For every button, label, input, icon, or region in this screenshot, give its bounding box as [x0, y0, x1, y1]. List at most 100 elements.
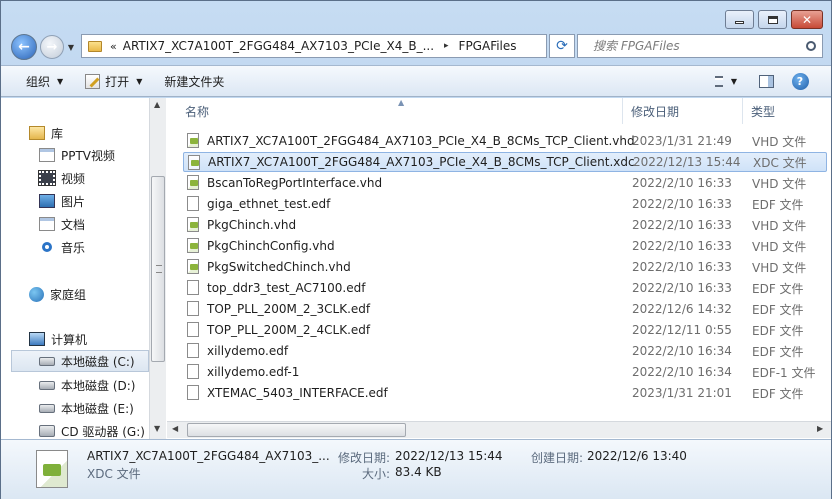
- help-button[interactable]: ?: [789, 70, 811, 92]
- xdc-file-icon: [188, 155, 200, 170]
- file-row[interactable]: PkgChinchConfig.vhd 2022/2/10 16:33 VHD 文件: [183, 236, 827, 256]
- horizontal-scroll-thumb[interactable]: [187, 423, 406, 437]
- file-name: TOP_PLL_200M_2_4CLK.edf: [207, 323, 371, 337]
- file-thumbnail-icon: [36, 450, 68, 488]
- file-type: EDF 文件: [752, 386, 804, 401]
- nav-libraries[interactable]: 库: [29, 122, 63, 144]
- breadcrumb-separator-icon[interactable]: ▸: [444, 41, 449, 51]
- nav-drive-e[interactable]: 本地磁盘 (E:): [39, 397, 134, 419]
- nav-scrollbar[interactable]: ▲ ▼: [149, 98, 166, 439]
- file-row[interactable]: xillydemo.edf 2022/2/10 16:34 EDF 文件: [183, 341, 827, 361]
- recent-pages-button[interactable]: ▼: [65, 41, 77, 53]
- edf-file-icon: [187, 196, 199, 211]
- picture-icon: [39, 194, 55, 208]
- film-icon: [38, 170, 56, 186]
- scroll-right-icon[interactable]: ▶: [817, 424, 823, 433]
- file-type: VHD 文件: [752, 134, 807, 149]
- nav-drive-c[interactable]: 本地磁盘 (C:): [11, 350, 149, 372]
- file-row[interactable]: ARTIX7_XC7A100T_2FGG484_AX7103_PCIe_X4_B…: [183, 131, 827, 151]
- file-date: 2022/2/10 16:33: [632, 281, 732, 295]
- chevron-down-icon: ▼: [730, 76, 737, 86]
- vhd-file-icon: [187, 175, 199, 190]
- nav-documents[interactable]: 文档: [39, 213, 85, 235]
- nav-drive-d[interactable]: 本地磁盘 (D:): [39, 374, 135, 396]
- file-row[interactable]: TOP_PLL_200M_2_3CLK.edf 2022/12/6 14:32 ED…: [183, 299, 827, 319]
- column-header-type[interactable]: 类型: [751, 102, 775, 120]
- new-folder-label: 新建文件夹: [164, 74, 225, 89]
- back-button[interactable]: ←: [11, 34, 37, 60]
- view-options-button[interactable]: ▼: [715, 70, 737, 92]
- search-input[interactable]: [593, 39, 793, 53]
- file-type: EDF 文件: [752, 281, 804, 296]
- view-list-icon: [715, 75, 723, 87]
- nav-label: 文档: [61, 217, 86, 232]
- file-name: giga_ethnet_test.edf: [207, 197, 331, 211]
- column-header-date[interactable]: 修改日期: [631, 102, 679, 120]
- arrow-right-icon: →: [46, 39, 58, 55]
- nav-pictures[interactable]: 图片: [39, 190, 85, 212]
- file-row[interactable]: top_ddr3_test_AC7100.edf 2022/2/10 16:33 E…: [183, 278, 827, 298]
- breadcrumb-overflow[interactable]: «: [110, 40, 117, 53]
- cd-drive-icon: [39, 425, 55, 437]
- refresh-button[interactable]: ⟳: [549, 34, 575, 58]
- nav-pptv[interactable]: PPTV视频: [39, 144, 115, 166]
- search-box[interactable]: [577, 34, 823, 58]
- file-name: ARTIX7_XC7A100T_2FGG484_AX7103_PCIe_X4_B…: [207, 134, 635, 148]
- address-bar[interactable]: « ARTIX7_XC7A100T_2FGG484_AX7103_PCIe_X4…: [81, 34, 621, 58]
- vhd-file-icon: [187, 259, 199, 274]
- breadcrumb-segment-current[interactable]: FPGAFiles: [459, 39, 517, 53]
- scroll-up-icon[interactable]: ▲: [154, 100, 160, 109]
- nav-label: PPTV视频: [61, 148, 116, 163]
- file-list: ▲ 名称 修改日期 类型 ARTIX7_XC7A100T_2FGG484_AX7…: [167, 98, 831, 421]
- file-date: 2022/2/10 16:33: [632, 197, 732, 211]
- file-type: VHD 文件: [752, 218, 807, 233]
- scroll-down-icon[interactable]: ▼: [154, 424, 160, 433]
- edf-file-icon: [187, 343, 199, 358]
- organize-label: 组织: [26, 74, 51, 89]
- close-button[interactable]: ✕: [791, 10, 823, 29]
- minimize-button[interactable]: [725, 10, 754, 29]
- preview-pane-button[interactable]: [755, 70, 777, 92]
- file-type: VHD 文件: [752, 239, 807, 254]
- nav-videos[interactable]: 视频: [38, 167, 86, 189]
- nav-label: 视频: [61, 171, 86, 186]
- file-date: 2022/2/10 16:34: [632, 365, 732, 379]
- file-date: 2022/12/6 14:32: [632, 302, 732, 316]
- nav-homegroup[interactable]: 家庭组: [29, 283, 86, 305]
- nav-drive-g[interactable]: CD 驱动器 (G:): [39, 420, 145, 439]
- nav-scroll-thumb[interactable]: [151, 176, 165, 362]
- file-date: 2022/2/10 16:34: [632, 344, 732, 358]
- vhd-file-icon: [187, 133, 199, 148]
- organize-button[interactable]: 组织 ▼: [18, 69, 71, 93]
- column-label: 名称: [185, 104, 210, 119]
- nav-label: 计算机: [51, 332, 88, 347]
- search-icon[interactable]: [806, 41, 816, 51]
- file-row[interactable]: XTEMAC_5403_INTERFACE.edf 2023/1/31 21:01…: [183, 383, 827, 403]
- file-date: 2022/2/10 16:33: [632, 239, 732, 253]
- file-row[interactable]: giga_ethnet_test.edf 2022/2/10 16:33 EDF 文…: [183, 194, 827, 214]
- maximize-button[interactable]: [758, 10, 787, 29]
- nav-label: 音乐: [61, 240, 86, 255]
- file-row[interactable]: ARTIX7_XC7A100T_2FGG484_AX7103_PCIe_X4_B…: [183, 152, 827, 172]
- maximize-icon: [767, 15, 778, 24]
- file-row[interactable]: xillydemo.edf-1 2022/2/10 16:34 EDF-1 文件: [183, 362, 827, 382]
- file-row[interactable]: PkgChinch.vhd 2022/2/10 16:33 VHD 文件: [183, 215, 827, 235]
- file-row[interactable]: PkgSwitchedChinch.vhd 2022/2/10 16:33 VHD …: [183, 257, 827, 277]
- explorer-window: ✕ ← → ▼ « ARTIX7_XC7A100T_2FGG484_AX7103…: [0, 0, 832, 499]
- column-label: 修改日期: [631, 104, 680, 119]
- help-icon: ?: [791, 72, 809, 90]
- nav-label: 本地磁盘 (C:): [61, 354, 135, 369]
- forward-button[interactable]: →: [40, 35, 64, 59]
- nav-music[interactable]: 音乐: [39, 236, 85, 258]
- file-type: EDF 文件: [752, 344, 804, 359]
- column-header-name[interactable]: 名称: [185, 102, 209, 120]
- open-button[interactable]: 打开 ▼: [77, 69, 150, 93]
- nav-computer[interactable]: 计算机: [29, 328, 87, 350]
- file-row[interactable]: BscanToRegPortInterface.vhd 2022/2/10 16:…: [183, 173, 827, 193]
- horizontal-scrollbar[interactable]: ◀ ▶: [167, 421, 831, 438]
- file-row[interactable]: TOP_PLL_200M_2_4CLK.edf 2022/12/11 0:55 ED…: [183, 320, 827, 340]
- file-type: VHD 文件: [752, 176, 807, 191]
- scroll-left-icon[interactable]: ◀: [172, 424, 178, 433]
- breadcrumb-segment[interactable]: ARTIX7_XC7A100T_2FGG484_AX7103_PCIe_X4_B…: [123, 39, 434, 53]
- new-folder-button[interactable]: 新建文件夹: [156, 69, 232, 93]
